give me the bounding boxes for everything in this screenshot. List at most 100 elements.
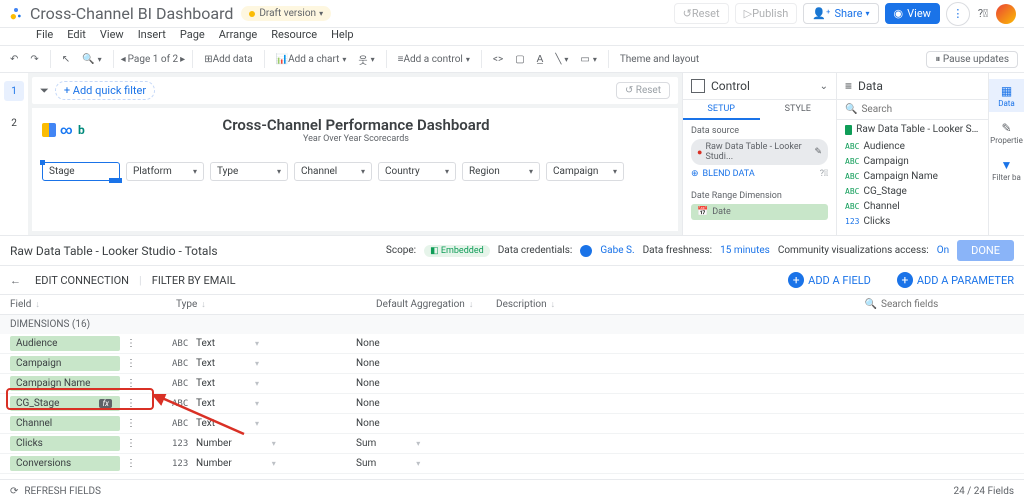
add-parameter-button[interactable]: +ADD A PARAMETER xyxy=(897,272,1014,288)
field-menu-icon[interactable]: ⋮ xyxy=(126,418,136,429)
field-chip[interactable]: CG_Stagefx xyxy=(10,396,120,411)
menu-view[interactable]: View xyxy=(100,28,124,41)
col-type-label[interactable]: Type xyxy=(176,299,197,310)
fields-search-input[interactable] xyxy=(881,299,1014,310)
publish-button[interactable]: ▷ Publish xyxy=(735,3,798,24)
line-button[interactable]: ╲ xyxy=(551,52,572,67)
add-field-button[interactable]: +ADD A FIELD xyxy=(788,272,871,288)
rail-filter[interactable]: ▼Filter ba xyxy=(989,153,1024,186)
more-options-button[interactable]: ⋮ xyxy=(946,2,970,26)
pause-updates-button[interactable]: ⏸ Pause updates xyxy=(926,51,1018,68)
draft-version-chip[interactable]: Draft version▾ xyxy=(241,6,331,21)
add-data-button[interactable]: ⊞ Add data xyxy=(200,52,256,67)
data-source-chip[interactable]: ●Raw Data Table - Looker Studi...✎ xyxy=(691,139,828,165)
add-quick-filter-button[interactable]: + Add quick filter xyxy=(55,81,155,100)
community-viz-value[interactable]: On xyxy=(937,245,949,256)
share-button[interactable]: 👤⁺Share▾ xyxy=(803,3,878,24)
data-field-campaign-name[interactable]: ABCCampaign Name xyxy=(837,169,988,184)
freshness-value[interactable]: 15 minutes xyxy=(720,245,770,256)
add-control-button[interactable]: ≡ Add a control xyxy=(394,52,474,67)
rail-properties[interactable]: ✎Propertie xyxy=(989,116,1024,149)
canvas-reset-button[interactable]: ↺ Reset xyxy=(616,82,670,99)
page-tab-2[interactable]: 2 xyxy=(4,113,24,133)
menu-resource[interactable]: Resource xyxy=(271,28,317,41)
edit-connection-button[interactable]: EDIT CONNECTION xyxy=(35,274,129,287)
user-avatar[interactable] xyxy=(996,4,1016,24)
setup-tab[interactable]: SETUP xyxy=(683,100,760,120)
date-dimension-chip[interactable]: 📅Date xyxy=(691,204,828,220)
data-source-item[interactable]: Raw Data Table - Looker Studio - Totals xyxy=(837,120,988,139)
url-embed-button[interactable]: <> xyxy=(489,52,507,67)
dim-selector-platform[interactable]: Platform xyxy=(126,162,204,181)
theme-layout-button[interactable]: Theme and layout xyxy=(616,52,703,67)
done-button[interactable]: DONE xyxy=(957,240,1014,261)
type-dropdown[interactable]: Text xyxy=(196,418,356,429)
filter-icon[interactable]: ⏷ xyxy=(40,84,49,98)
data-field-campaign[interactable]: ABCCampaign xyxy=(837,154,988,169)
refresh-fields-button[interactable]: REFRESH FIELDS xyxy=(24,486,101,497)
data-field-channel[interactable]: ABCChannel xyxy=(837,199,988,214)
data-field-cg_stage[interactable]: ABCCG_Stage xyxy=(837,184,988,199)
rail-data[interactable]: ▦Data xyxy=(989,79,1024,112)
menu-page[interactable]: Page xyxy=(180,28,205,41)
undo-button[interactable]: ↶ xyxy=(6,52,22,67)
field-menu-icon[interactable]: ⋮ xyxy=(126,458,136,469)
dim-selector-country[interactable]: Country xyxy=(378,162,456,181)
shape-button[interactable]: ▭ xyxy=(576,52,600,67)
page-tab-1[interactable]: 1 xyxy=(4,81,24,101)
type-dropdown[interactable]: Number xyxy=(196,458,356,469)
page-nav[interactable]: ◂ Page 1 of 2 ▸ xyxy=(121,54,186,65)
reset-button[interactable]: ↺ Reset xyxy=(674,3,729,24)
document-title[interactable]: Cross-Channel BI Dashboard xyxy=(30,4,233,23)
type-dropdown[interactable]: Number xyxy=(196,438,356,449)
field-menu-icon[interactable]: ⋮ xyxy=(126,378,136,389)
data-field-audience[interactable]: ABCAudience xyxy=(837,139,988,154)
field-menu-icon[interactable]: ⋮ xyxy=(126,398,136,409)
menu-arrange[interactable]: Arrange xyxy=(219,28,257,41)
data-search-input[interactable] xyxy=(861,104,994,115)
type-dropdown[interactable]: Text xyxy=(196,338,356,349)
redo-button[interactable]: ↷ xyxy=(26,52,42,67)
type-dropdown[interactable]: Text xyxy=(196,378,356,389)
credentials-user[interactable]: Gabe S. xyxy=(600,245,634,256)
menu-help[interactable]: Help xyxy=(331,28,354,41)
col-desc-label[interactable]: Description xyxy=(496,299,547,310)
type-dropdown[interactable]: Text xyxy=(196,398,356,409)
filter-by-email-button[interactable]: FILTER BY EMAIL xyxy=(152,274,236,287)
image-button[interactable]: ▢ xyxy=(511,52,528,67)
field-chip[interactable]: Conversions xyxy=(10,456,120,471)
dim-selector-campaign[interactable]: Campaign xyxy=(546,162,624,181)
field-menu-icon[interactable]: ⋮ xyxy=(126,438,136,449)
col-agg-label[interactable]: Default Aggregation xyxy=(376,299,465,310)
view-button[interactable]: ◉View xyxy=(885,3,940,24)
pointer-tool[interactable]: ↖ xyxy=(58,52,74,67)
field-chip[interactable]: Clicks xyxy=(10,436,120,451)
col-field-label[interactable]: Field xyxy=(10,299,31,310)
data-field-clicks[interactable]: 123Clicks xyxy=(837,214,988,229)
zoom-dropdown[interactable]: 🔍 xyxy=(78,52,105,67)
back-icon[interactable]: ← xyxy=(10,274,21,287)
field-menu-icon[interactable]: ⋮ xyxy=(126,358,136,369)
aggregation-dropdown[interactable]: Sum xyxy=(356,458,466,469)
field-chip[interactable]: Channel xyxy=(10,416,120,431)
type-dropdown[interactable]: Text xyxy=(196,358,356,369)
field-chip[interactable]: Campaign Name xyxy=(10,376,120,391)
refresh-icon[interactable]: ⟳ xyxy=(10,486,18,497)
dim-selector-channel[interactable]: Channel xyxy=(294,162,372,181)
dim-selector-region[interactable]: Region xyxy=(462,162,540,181)
add-chart-button[interactable]: 📊 Add a chart xyxy=(272,52,351,67)
menu-file[interactable]: File xyxy=(36,28,53,41)
community-viz-button[interactable]: 웃 xyxy=(354,50,378,69)
field-menu-icon[interactable]: ⋮ xyxy=(126,338,136,349)
menu-edit[interactable]: Edit xyxy=(67,28,86,41)
field-chip[interactable]: Campaign xyxy=(10,356,120,371)
dim-selector-stage[interactable]: Stage xyxy=(42,162,120,181)
menu-insert[interactable]: Insert xyxy=(138,28,166,41)
dim-selector-type[interactable]: Type xyxy=(210,162,288,181)
style-tab[interactable]: STYLE xyxy=(760,100,837,120)
field-chip[interactable]: Audience xyxy=(10,336,120,351)
text-button[interactable]: A̲ xyxy=(533,52,548,67)
help-icon[interactable]: ?⃝ xyxy=(978,7,988,20)
blend-data-button[interactable]: ⊕BLEND DATA?⃝ xyxy=(691,169,828,179)
aggregation-dropdown[interactable]: Sum xyxy=(356,438,466,449)
